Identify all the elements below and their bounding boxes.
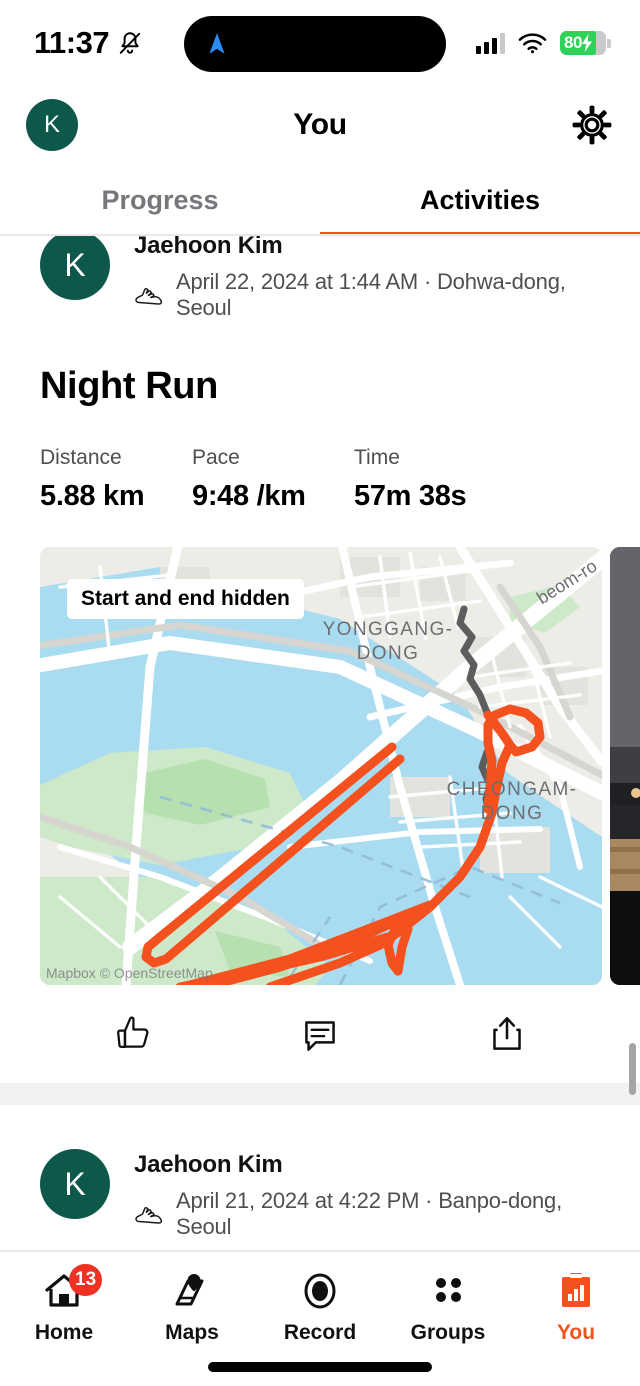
nav-label-maps: Maps [165,1321,219,1344]
stat-time: Time 57m 38s [354,446,467,513]
cellular-signal-icon [476,32,505,54]
tab-bar: Progress Activities [0,164,640,236]
nav-item-groups[interactable]: Groups [384,1268,512,1345]
activity-meta: April 22, 2024 at 1:44 AM · Dohwa-dong, … [176,269,566,320]
home-badge: 13 [69,1264,103,1296]
running-shoe-icon [134,282,166,308]
activity-photo[interactable] [610,547,640,985]
dynamic-island[interactable] [184,16,446,72]
map-label: CHEONGAM- [447,779,578,800]
like-button[interactable] [40,1008,227,1060]
maps-icon [169,1268,215,1314]
map-attribution: Mapbox © OpenStreetMap [46,965,213,981]
activity-card[interactable]: K Jaehoon Kim April 21, 2024 at 4:22 PM … [0,1149,640,1240]
avatar[interactable]: K [40,1149,110,1219]
stat-time-value: 57m 38s [354,480,467,512]
share-button[interactable] [413,1010,600,1058]
charging-bolt-icon [581,34,593,52]
map-label: YONGGANG- [323,619,454,640]
home-indicator [208,1362,432,1372]
home-icon: 13 [41,1264,103,1314]
wifi-icon [518,32,547,54]
status-time: 11:37 [34,25,110,60]
stat-pace: Pace 9:48 /km [192,446,354,513]
nav-item-maps[interactable]: Maps [128,1268,256,1345]
gear-icon[interactable] [570,103,614,147]
record-icon [297,1268,343,1314]
activity-meta: April 21, 2024 at 4:22 PM · Banpo-dong, … [176,1188,563,1239]
stat-time-label: Time [354,446,400,469]
map-label: DONG [481,803,544,824]
battery-indicator: 80 [560,31,611,55]
stat-pace-value: 9:48 /km [192,480,306,512]
location-arrow-icon [204,31,230,57]
tab-progress-label: Progress [101,184,219,215]
bell-muted-icon [117,30,143,56]
stat-pace-label: Pace [192,446,240,469]
share-icon [492,1017,521,1050]
nav-item-home[interactable]: 13 Home [0,1264,128,1345]
running-shoe-icon [134,1201,166,1227]
stat-distance: Distance 5.88 km [40,446,192,513]
status-bar: 11:37 80 [0,0,640,86]
nav-label-home: Home [34,1321,94,1344]
activity-card-header[interactable]: K Jaehoon Kim April 22, 2024 at 1:44 AM … [0,236,640,321]
activity-user-name: Jaehoon Kim [134,236,283,259]
page-title: You [293,108,347,141]
activity-title: Night Run [40,365,218,407]
status-bar-left: 11:37 [34,25,143,61]
card-separator [0,1083,640,1105]
scrollbar[interactable] [629,1043,636,1095]
thumbs-up-icon [117,1016,149,1049]
stat-distance-label: Distance [40,446,122,469]
comment-button[interactable] [227,1010,414,1058]
tab-activities-label: Activities [419,184,541,215]
status-bar-right: 80 [476,31,611,55]
nav-item-record[interactable]: Record [256,1268,384,1345]
route-map[interactable]: YONGGANG- DONG CHEONGAM- DONG beom-ro St… [40,547,602,985]
tab-activities[interactable]: Activities [320,164,640,236]
app-header: K You [0,86,640,164]
nav-item-you[interactable]: You [512,1268,640,1345]
activity-actions [0,985,640,1083]
activity-media-row[interactable]: YONGGANG- DONG CHEONGAM- DONG beom-ro St… [0,547,640,985]
bottom-navigation: 13 Home Maps Record Groups You [0,1250,640,1386]
map-label: DONG [357,643,420,664]
activity-feed[interactable]: K Jaehoon Kim April 22, 2024 at 1:44 AM … [0,236,640,1250]
comment-bubble-icon [305,1021,335,1051]
activity-stats: Distance 5.88 km Pace 9:48 /km Time 57m … [0,446,640,513]
stat-distance-value: 5.88 km [40,480,145,512]
battery-percent-label: 80 [564,33,582,52]
activity-user-name: Jaehoon Kim [134,1151,283,1178]
tab-progress[interactable]: Progress [0,164,320,236]
activity-card[interactable]: K Jaehoon Kim April 22, 2024 at 1:44 AM … [0,236,640,1105]
nav-label-groups: Groups [410,1321,486,1344]
groups-icon [425,1268,471,1314]
map-privacy-badge: Start and end hidden [67,579,304,619]
activity-card-header[interactable]: K Jaehoon Kim April 21, 2024 at 4:22 PM … [0,1149,640,1240]
avatar[interactable]: K [40,236,110,300]
you-clipboard-chart-icon [553,1268,599,1314]
nav-label-record: Record [283,1321,357,1344]
nav-label-you: You [556,1321,596,1344]
